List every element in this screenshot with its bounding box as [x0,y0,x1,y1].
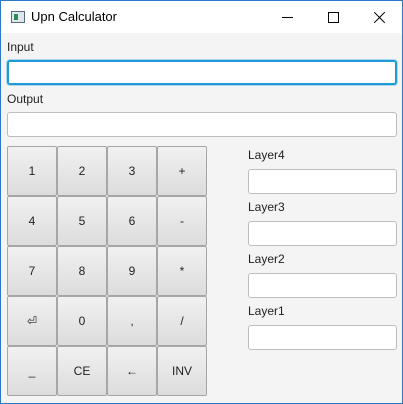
layer3-field[interactable] [248,221,397,246]
key-9[interactable]: 9 [107,246,157,296]
key-minus[interactable]: - [157,196,207,246]
key-divide[interactable]: / [157,296,207,346]
output-label: Output [7,92,44,106]
key-2[interactable]: 2 [57,146,107,196]
input-label: Input [7,40,34,54]
key-comma[interactable]: , [107,296,157,346]
key-5[interactable]: 5 [57,196,107,246]
maximize-button[interactable] [310,1,356,33]
key-3[interactable]: 3 [107,146,157,196]
close-icon [373,11,386,24]
key-underscore[interactable]: _ [7,346,57,396]
key-backspace[interactable]: ← [107,346,157,396]
close-button[interactable] [356,1,402,33]
layer2-field[interactable] [248,273,397,298]
layer4-label: Layer4 [248,148,285,162]
app-icon [11,11,25,23]
maximize-icon [327,11,339,23]
key-0[interactable]: 0 [57,296,107,346]
key-4[interactable]: 4 [7,196,57,246]
layer3-label: Layer3 [248,200,285,214]
minimize-button[interactable] [264,1,310,33]
key-1[interactable]: 1 [7,146,57,196]
layer4-field[interactable] [248,169,397,194]
window-title: Upn Calculator [31,9,117,24]
app-window: Upn Calculator Input Output 1 2 3 + 4 5 … [0,0,403,404]
key-enter[interactable]: ⏎ [7,296,57,346]
key-6[interactable]: 6 [107,196,157,246]
title-bar[interactable]: Upn Calculator [1,1,402,33]
layer1-field[interactable] [248,325,397,350]
layer1-label: Layer1 [248,304,285,318]
key-multiply[interactable]: * [157,246,207,296]
key-inv[interactable]: INV [157,346,207,396]
minimize-icon [281,16,293,18]
key-plus[interactable]: + [157,146,207,196]
key-8[interactable]: 8 [57,246,107,296]
key-ce[interactable]: CE [57,346,107,396]
key-7[interactable]: 7 [7,246,57,296]
input-field[interactable] [7,60,397,85]
layer2-label: Layer2 [248,252,285,266]
output-field[interactable] [7,112,397,137]
keypad: 1 2 3 + 4 5 6 - 7 8 9 * ⏎ 0 , / _ CE ← I… [7,146,208,398]
